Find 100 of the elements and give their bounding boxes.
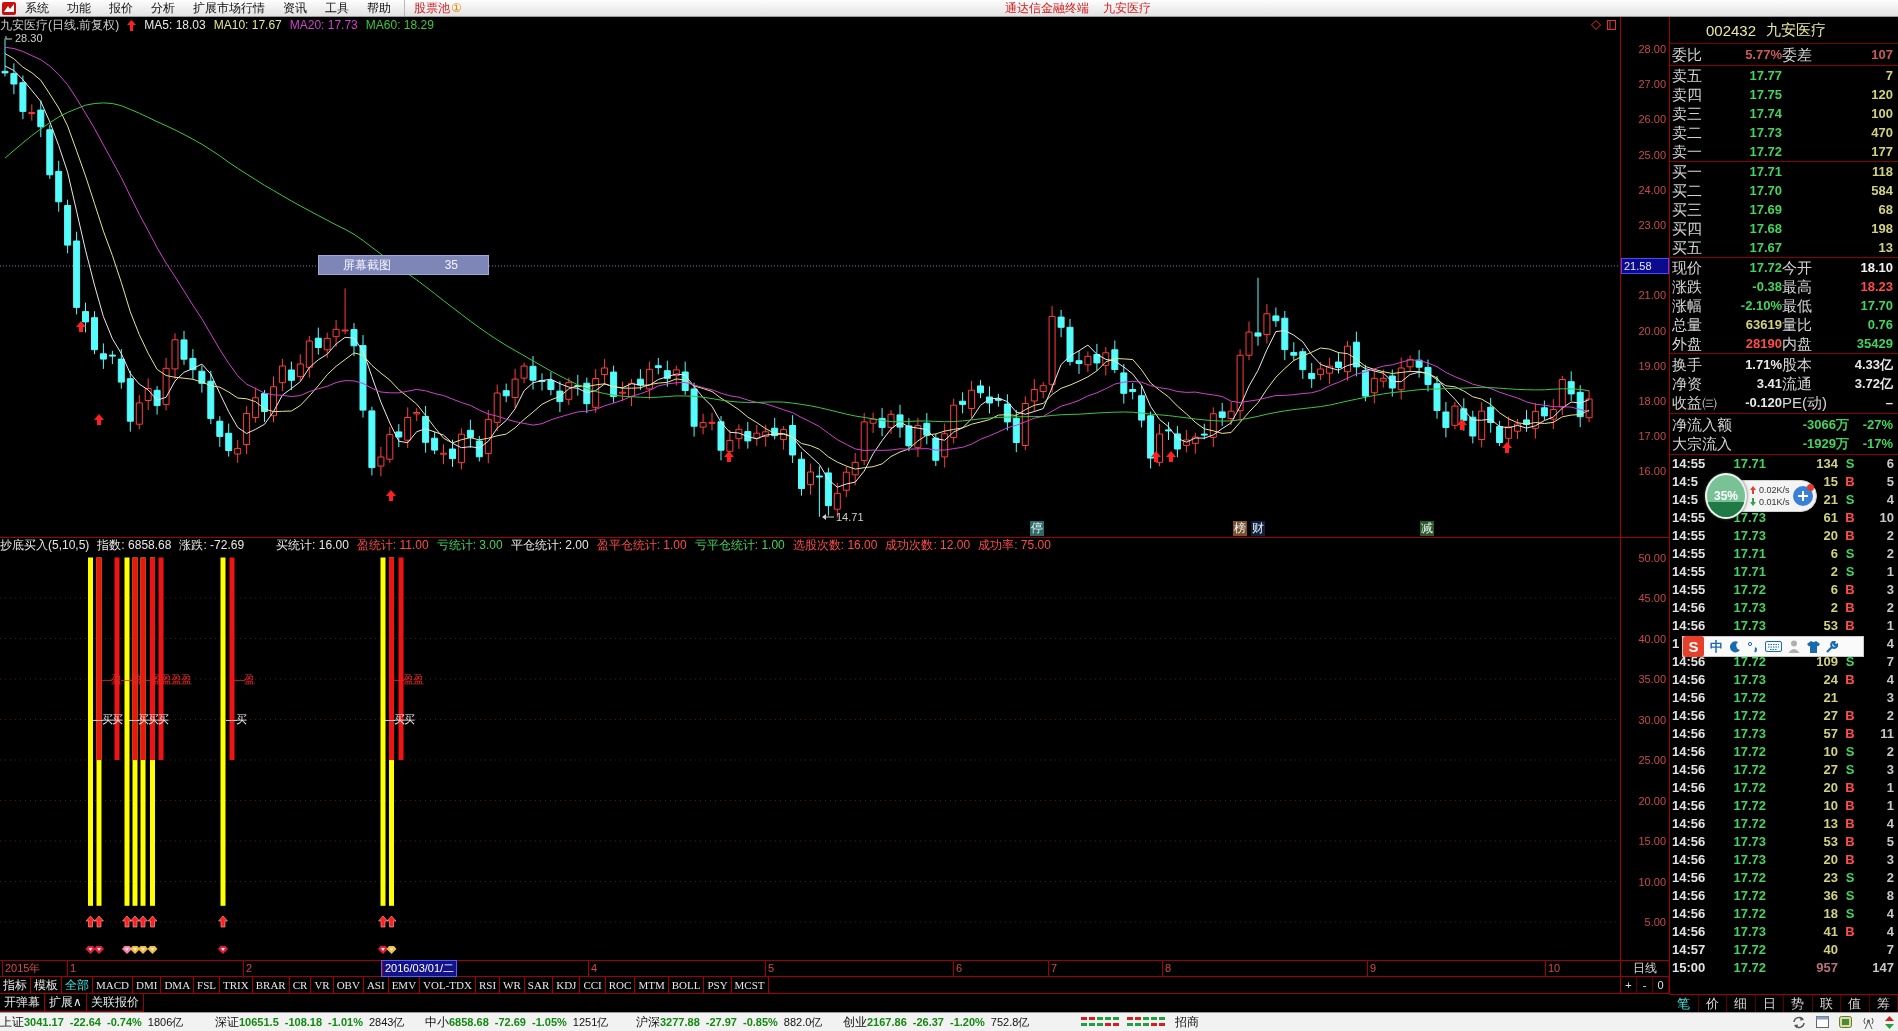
trade-count: 3	[1886, 689, 1894, 707]
up-arrow-icon	[127, 19, 137, 31]
indicator-tab[interactable]: ASI	[363, 977, 389, 993]
trade-count: 3	[1886, 761, 1894, 779]
zoom-button[interactable]: 0	[1653, 977, 1669, 993]
ask-price: 17.73	[1749, 124, 1782, 142]
trade-time: 14:56	[1672, 797, 1706, 815]
indicator-tab[interactable]: CR	[289, 977, 312, 993]
zoom-button[interactable]: +	[1621, 977, 1637, 993]
trade-price: 17.72	[1733, 743, 1766, 761]
indicator-tab[interactable]: FSL	[194, 977, 221, 993]
zoom-button[interactable]: -	[1637, 977, 1653, 993]
event-marker[interactable]: 榜	[1233, 521, 1247, 536]
quote-value: -0.120	[1745, 394, 1782, 410]
date-label: 8	[1162, 961, 1174, 976]
menu-item[interactable]: 报价	[100, 0, 142, 16]
keyboard-icon[interactable]	[1765, 641, 1782, 652]
trade-time: 14:5	[1672, 491, 1699, 509]
axis-tick-label: 28.00	[1638, 43, 1666, 55]
indicator-tab[interactable]: OBV	[333, 977, 364, 993]
trade-time: 14:56	[1672, 779, 1706, 797]
wrench-icon[interactable]	[1826, 640, 1838, 653]
buy-signal-label: —买	[226, 713, 246, 725]
indicator-tab[interactable]: WR	[500, 977, 525, 993]
moon-icon[interactable]	[1729, 640, 1741, 653]
indicator-tab[interactable]: MTM	[635, 977, 669, 993]
trade-price: 17.72	[1733, 761, 1766, 779]
axis-tick-label: 25.00	[1638, 754, 1666, 766]
add-button[interactable]	[1792, 486, 1813, 506]
quote-value: –	[1885, 394, 1893, 412]
trade-count: 4	[1886, 635, 1894, 653]
event-marker[interactable]: 减	[1420, 521, 1434, 536]
trade-count: 7	[1886, 941, 1894, 959]
menu-item[interactable]: 工具	[316, 0, 358, 16]
index-amount: 1251亿	[572, 1014, 609, 1030]
up-down-arrow-icon[interactable]	[1885, 1015, 1894, 1029]
indicator-tab[interactable]: CCI	[580, 977, 606, 993]
up-arrow-icon	[1750, 486, 1756, 494]
indicator-tab[interactable]: BOLL	[668, 977, 705, 993]
up-arrow-icon	[94, 414, 104, 425]
bid-price: 17.68	[1749, 220, 1782, 238]
index-percent: -0.74%	[106, 1016, 142, 1028]
stock-pool-menu[interactable]: 股票池①	[404, 0, 471, 16]
quote-value: 3.41	[1756, 375, 1782, 393]
indicator-tab[interactable]: RSI	[475, 977, 501, 993]
indicator-tab[interactable]: KDJ	[553, 977, 581, 993]
index-change: -72.69	[494, 1016, 526, 1028]
indicator-stat: 盈平仓统计: 1.00	[596, 536, 687, 554]
refresh-icon[interactable]	[1792, 1015, 1806, 1029]
indicator-tab[interactable]: DMI	[133, 977, 162, 993]
index-value: 3277.88	[660, 1016, 700, 1028]
input-mode-label[interactable]: 中	[1710, 637, 1723, 656]
square-icon[interactable]	[1607, 20, 1616, 30]
ask-level-label: 卖三	[1672, 104, 1702, 123]
event-marker[interactable]: 停	[1030, 521, 1044, 536]
menu-item[interactable]: 资讯	[274, 0, 316, 16]
trade-count: 3	[1886, 581, 1894, 599]
trade-side: S	[1845, 491, 1855, 509]
indicator-tab[interactable]: DMA	[161, 977, 195, 993]
indicator-tab[interactable]: ROC	[605, 977, 636, 993]
buy-signal-label: —买买	[92, 713, 122, 725]
punctuation-icon[interactable]	[1747, 640, 1759, 653]
menu-item[interactable]: 帮助	[358, 0, 400, 16]
menu-item[interactable]: 扩展市场行情	[184, 0, 274, 16]
trade-side: S	[1845, 563, 1855, 581]
bid-price: 17.69	[1749, 201, 1782, 219]
indicator-tab[interactable]: VR	[311, 977, 334, 993]
shirt-icon[interactable]	[1807, 640, 1820, 653]
indicator-tab[interactable]: EMV	[388, 977, 421, 993]
indicator-tab[interactable]: 指标	[0, 977, 31, 993]
ask-price: 17.75	[1749, 86, 1782, 104]
trade-side: B	[1845, 671, 1855, 689]
indicator-stat: 成功次数: 12.00	[885, 536, 971, 554]
trade-price: 17.72	[1733, 869, 1766, 887]
event-marker[interactable]: 财	[1251, 521, 1265, 536]
trade-count: 5	[1886, 473, 1894, 491]
trade-count: 4	[1886, 671, 1894, 689]
indicator-tab[interactable]: BRAR	[252, 977, 290, 993]
indicator-tab[interactable]: MCST	[731, 977, 769, 993]
signal-tower-icon[interactable]	[1862, 1015, 1875, 1029]
indicator-tab[interactable]: PSY	[704, 977, 732, 993]
trade-volume: 24	[1823, 671, 1838, 689]
menu-item[interactable]: 系统	[16, 0, 58, 16]
indicator-stat: 亏统计: 3.00	[436, 536, 503, 554]
quote-label: 现价	[1672, 258, 1702, 277]
indicator-tab[interactable]: 全部	[62, 977, 93, 993]
menu-item[interactable]: 功能	[58, 0, 100, 16]
moving-average-label: MA60: 18.29	[365, 18, 434, 32]
indicator-tab[interactable]: SAR	[524, 977, 554, 993]
flow-amount: -1929万	[1802, 435, 1849, 453]
up-arrow-icon	[724, 451, 734, 462]
axis-tick-label: 10.00	[1638, 875, 1666, 888]
indicator-tab[interactable]: VOL-TDX	[420, 977, 476, 993]
indicator-tab[interactable]: MACD	[93, 977, 133, 993]
menu-item[interactable]: 分析	[142, 0, 184, 16]
indicator-tab[interactable]: TRIX	[220, 977, 253, 993]
trade-volume: 20	[1823, 527, 1838, 545]
indicator-tab[interactable]: 模板	[31, 977, 62, 993]
window-icon[interactable]	[1816, 1016, 1829, 1028]
tile-icon[interactable]	[1839, 1016, 1852, 1028]
